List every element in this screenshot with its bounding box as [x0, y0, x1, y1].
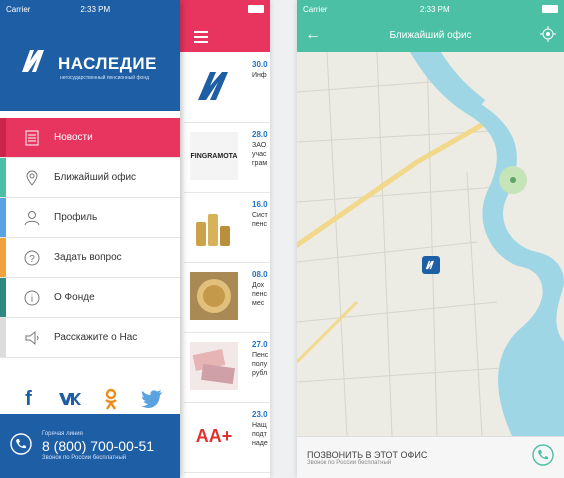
map-view[interactable] [297, 44, 564, 437]
info-icon: i [24, 290, 40, 306]
carrier-label: Carrier [6, 4, 31, 14]
news-date: 08.0 [252, 270, 268, 279]
drawer-menu: Новости Ближайший офис Профиль ? Задать … [0, 118, 180, 358]
rating-label: AA+ [195, 425, 233, 446]
news-item[interactable]: 08.0 Дох пенс мес [184, 262, 270, 333]
brand-subtitle: негосударственный пенсионный фонд [60, 75, 150, 81]
phone-icon [10, 432, 32, 460]
fingramota-label: FINGRAMOTA [190, 152, 238, 160]
call-office-bar[interactable]: ПОЗВОНИТЬ В ЭТОТ ОФИС Звонок по России б… [297, 436, 564, 478]
megaphone-icon [24, 330, 40, 346]
news-date: 16.0 [252, 200, 268, 209]
brand-name: НАСЛЕДИЕ [58, 53, 157, 73]
news-date: 23.0 [252, 410, 268, 419]
rating-thumbnail: AA+ [190, 412, 238, 460]
status-time: 2:33 PM [419, 4, 450, 14]
phone-map-screen: Carrier 2:33 PM ← Ближайший офис ПОЗВОНИ… [297, 0, 564, 478]
menu-accent-bar [0, 118, 6, 157]
news-date: 28.0 [252, 130, 268, 139]
side-drawer: Carrier 2:33 PM НАСЛЕДИЕ негосударственн… [0, 0, 180, 478]
menu-item-ask-question[interactable]: ? Задать вопрос [0, 238, 180, 278]
brand-header: НАСЛЕДИЕ негосударственный пенсионный фо… [0, 18, 180, 111]
nav-bar: ← Ближайший офис [297, 18, 564, 52]
news-snippet: Инф [252, 72, 267, 79]
menu-accent-bar [0, 318, 6, 357]
menu-accent-bar [0, 238, 6, 277]
news-item[interactable]: 16.0 Сист пенс [184, 192, 270, 263]
banknotes-thumbnail [190, 342, 238, 390]
logo-thumbnail [190, 62, 238, 110]
news-snippet: Сист пенс [252, 212, 268, 228]
menu-label: Профиль [54, 212, 98, 223]
menu-item-nearest-office[interactable]: Ближайший офис [0, 158, 180, 198]
office-marker-icon[interactable] [422, 256, 440, 274]
news-date: 30.0 [252, 60, 268, 69]
menu-accent-bar [0, 158, 6, 197]
status-bar: Carrier 2:33 PM [0, 0, 180, 18]
status-time: 2:33 PM [80, 4, 111, 14]
call-office-note: Звонок по России бесплатный [307, 459, 392, 466]
menu-item-about-fund[interactable]: i О Фонде [0, 278, 180, 318]
battery-icon [542, 5, 558, 13]
news-item[interactable]: 30.0 Инф [184, 52, 270, 123]
menu-item-share[interactable]: Расскажите о Нас [0, 318, 180, 358]
hotline-panel[interactable]: Горячая линия 8 (800) 700-00-51 Звонок п… [0, 414, 180, 478]
page-title: Ближайший офис [389, 29, 472, 41]
menu-label: Новости [54, 132, 93, 143]
odnoklassniki-icon[interactable] [99, 387, 123, 411]
back-arrow-icon[interactable]: ← [305, 26, 321, 44]
news-item[interactable]: AA+ 23.0 Нащ подт наде [184, 402, 270, 473]
nasledie-logo-icon [20, 48, 52, 79]
news-snippet: Нащ подт наде [252, 422, 268, 447]
coins-thumbnail [190, 202, 238, 250]
menu-label: Ближайший офис [54, 172, 137, 183]
menu-item-news[interactable]: Новости [0, 118, 180, 158]
hotline-note: Звонок по России бесплатный [42, 455, 127, 461]
phone-icon[interactable] [532, 444, 554, 471]
menu-label: Расскажите о Нас [54, 332, 138, 343]
facebook-icon[interactable]: f [17, 387, 41, 411]
news-snippet: ЗАО учас грам [252, 142, 268, 167]
locate-icon[interactable] [540, 25, 556, 45]
hotline-number[interactable]: 8 (800) 700-00-51 [42, 438, 154, 454]
twitter-icon[interactable] [140, 387, 164, 411]
hotline-label: Горячая линия [42, 431, 83, 437]
menu-accent-bar [0, 278, 6, 317]
news-snippet: Пенс полу рубл [252, 352, 269, 377]
menu-label: Задать вопрос [54, 252, 122, 263]
location-pin-icon [24, 170, 40, 186]
question-icon: ? [24, 250, 40, 266]
svg-text:?: ? [29, 254, 35, 265]
news-item[interactable]: FINGRAMOTA 28.0 ЗАО учас грам [184, 122, 270, 193]
svg-text:i: i [31, 294, 33, 305]
menu-label: О Фонде [54, 292, 95, 303]
menu-item-profile[interactable]: Профиль [0, 198, 180, 238]
menu-accent-bar [0, 198, 6, 237]
fingramota-thumbnail: FINGRAMOTA [190, 132, 238, 180]
news-date: 27.0 [252, 340, 268, 349]
carrier-label: Carrier [303, 4, 328, 14]
news-snippet: Дох пенс мес [252, 282, 268, 307]
status-bar: Carrier 2:33 PM [297, 0, 564, 18]
phone-menu-screen: 30.0 Инф FINGRAMOTA 28.0 ЗАО учас грам 1… [0, 0, 270, 478]
emblem-thumbnail [190, 272, 238, 320]
user-icon [24, 210, 40, 226]
hamburger-icon[interactable] [194, 31, 208, 43]
vk-icon[interactable] [58, 387, 82, 411]
call-office-label: ПОЗВОНИТЬ В ЭТОТ ОФИС [307, 449, 428, 460]
news-icon [24, 130, 40, 146]
battery-icon [248, 5, 264, 13]
news-item[interactable]: 27.0 Пенс полу рубл [184, 332, 270, 403]
